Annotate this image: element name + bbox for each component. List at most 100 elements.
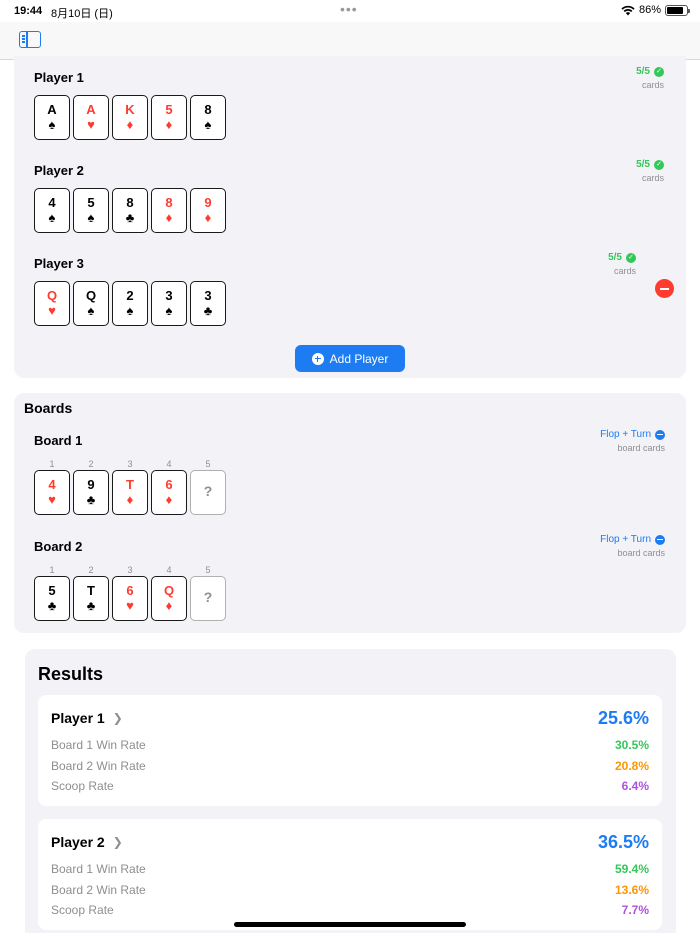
card-count-badge: 5/5 ✓ cards bbox=[604, 66, 664, 90]
card-rank: 4 bbox=[48, 477, 56, 492]
card-rank: 3 bbox=[204, 288, 212, 303]
add-player-button[interactable]: Add Player bbox=[295, 345, 405, 372]
card-suit-icon: ♣ bbox=[203, 303, 213, 318]
playing-card[interactable]: 9 ♣ bbox=[73, 470, 109, 515]
playing-card[interactable]: 8 ♣ bbox=[112, 188, 148, 233]
result-player-name: Player 2 bbox=[51, 834, 105, 850]
status-time: 19:44 bbox=[14, 5, 43, 17]
status-date: 8月10日 (日) bbox=[51, 8, 113, 20]
playing-card[interactable]: Q ♥ bbox=[34, 281, 70, 326]
card-suit-icon: ♠ bbox=[48, 117, 56, 132]
playing-card[interactable]: 4 ♠ bbox=[34, 188, 70, 233]
playing-card[interactable]: T ♣ bbox=[73, 576, 109, 621]
card-rank: ? bbox=[203, 483, 213, 499]
playing-card[interactable]: 2 ♠ bbox=[112, 281, 148, 326]
playing-card[interactable]: 4 ♥ bbox=[34, 470, 70, 515]
card-rank: Q bbox=[163, 583, 175, 598]
board-slot-number: 4 bbox=[166, 565, 172, 575]
status-right: 86% bbox=[621, 4, 690, 16]
card-suit-icon: ♦ bbox=[126, 117, 134, 132]
board-slot-number: 2 bbox=[88, 565, 94, 575]
board-slot-number: 4 bbox=[166, 459, 172, 469]
playing-card[interactable]: 8 ♠ bbox=[190, 95, 226, 140]
card-rank: 9 bbox=[204, 195, 212, 210]
card-rank: 5 bbox=[87, 195, 95, 210]
card-suit-icon: ♥ bbox=[126, 598, 134, 613]
empty-card-slot[interactable]: ? bbox=[190, 576, 226, 621]
playing-card[interactable]: 8 ♦ bbox=[151, 188, 187, 233]
empty-card-slot[interactable]: ? bbox=[190, 470, 226, 515]
playing-card[interactable]: 6 ♦ bbox=[151, 470, 187, 515]
card-rank: 2 bbox=[126, 288, 134, 303]
playing-card[interactable]: T ♦ bbox=[112, 470, 148, 515]
scoop-rate-value: 7.7% bbox=[621, 903, 649, 917]
board-slot-number: 1 bbox=[49, 459, 55, 469]
minus-circle-icon bbox=[655, 534, 665, 545]
home-indicator bbox=[234, 922, 466, 927]
remove-player-button[interactable] bbox=[655, 279, 674, 298]
card-suit-icon: ♠ bbox=[165, 303, 173, 318]
card-rank: A bbox=[86, 102, 96, 117]
playing-card[interactable]: 3 ♠ bbox=[151, 281, 187, 326]
players-section: Player 1 5/5 ✓ cards A ♠ A ♥ K ♦ 5 ♦ 8 ♠ Player 2 … bbox=[14, 56, 686, 378]
boards-section: Boards Board 1 Flop + Turn board cards 1… bbox=[14, 393, 686, 633]
playing-card[interactable]: A ♥ bbox=[73, 95, 109, 140]
card-suit-icon: ♦ bbox=[126, 492, 134, 507]
card-rank: 8 bbox=[204, 102, 212, 117]
card-rank: 8 bbox=[165, 195, 173, 210]
playing-card[interactable]: Q ♦ bbox=[151, 576, 187, 621]
board-slot-number: 3 bbox=[127, 565, 133, 575]
checkmark-icon: ✓ bbox=[654, 159, 664, 170]
board2-win-label: Board 2 Win Rate bbox=[51, 759, 146, 773]
result-player-name: Player 1 bbox=[51, 710, 105, 726]
card-suit-icon: ♣ bbox=[86, 598, 96, 613]
status-bar: 19:44 8月10日 (日) ••• 86% bbox=[0, 0, 700, 22]
card-count-badge: 5/5 ✓ cards bbox=[604, 159, 664, 183]
card-rank: A bbox=[47, 102, 57, 117]
add-player-label: Add Player bbox=[329, 351, 389, 366]
result-player-link[interactable]: Player 1 ❯ bbox=[51, 710, 123, 726]
card-suit-icon: ♥ bbox=[48, 492, 56, 507]
card-suit-icon: ♠ bbox=[87, 303, 95, 318]
card-suit-icon: ♣ bbox=[86, 492, 96, 507]
result-card: Player 1 ❯ 25.6% Board 1 Win Rate 30.5% … bbox=[38, 695, 662, 806]
scoop-rate-label: Scoop Rate bbox=[51, 779, 114, 793]
results-title: Results bbox=[38, 664, 104, 684]
board2-win-value: 20.8% bbox=[614, 759, 649, 773]
board-mode-badge[interactable]: Flop + Turn board cards bbox=[545, 534, 665, 558]
playing-card[interactable]: 6 ♥ bbox=[112, 576, 148, 621]
playing-card[interactable]: 5 ♣ bbox=[34, 576, 70, 621]
multitasking-dots-icon[interactable]: ••• bbox=[340, 1, 358, 17]
board-mode: Flop + Turn bbox=[600, 429, 651, 440]
card-rank: 4 bbox=[48, 195, 56, 210]
card-count-label: cards bbox=[613, 266, 636, 276]
result-player-link[interactable]: Player 2 ❯ bbox=[51, 834, 123, 850]
sidebar-toggle-icon[interactable] bbox=[19, 31, 41, 48]
card-count: 5/5 bbox=[608, 252, 622, 263]
card-count-label: cards bbox=[641, 80, 664, 90]
playing-card[interactable]: 9 ♦ bbox=[190, 188, 226, 233]
board-slot-number: 2 bbox=[88, 459, 94, 469]
player-name: Player 2 bbox=[34, 163, 84, 178]
result-card: Player 2 ❯ 36.5% Board 1 Win Rate 59.4% … bbox=[38, 819, 662, 930]
card-rank: Q bbox=[46, 288, 58, 303]
card-suit-icon: ♦ bbox=[165, 492, 173, 507]
playing-card[interactable]: Q ♠ bbox=[73, 281, 109, 326]
board-mode-badge[interactable]: Flop + Turn board cards bbox=[545, 429, 665, 453]
board-slot-number: 5 bbox=[205, 459, 211, 469]
playing-card[interactable]: A ♠ bbox=[34, 95, 70, 140]
board-slot-number: 1 bbox=[49, 565, 55, 575]
battery-icon bbox=[665, 4, 690, 16]
playing-card[interactable]: 3 ♣ bbox=[190, 281, 226, 326]
board-name: Board 1 bbox=[34, 433, 83, 448]
card-rank: Q bbox=[85, 288, 97, 303]
battery-fill bbox=[667, 6, 684, 14]
board1-win-value: 30.5% bbox=[614, 738, 649, 752]
board1-win-label: Board 1 Win Rate bbox=[51, 738, 146, 752]
playing-card[interactable]: 5 ♦ bbox=[151, 95, 187, 140]
playing-card[interactable]: K ♦ bbox=[112, 95, 148, 140]
battery-percent: 86% bbox=[638, 4, 661, 16]
card-count: 5/5 bbox=[636, 66, 650, 77]
playing-card[interactable]: 5 ♠ bbox=[73, 188, 109, 233]
card-rank: 6 bbox=[126, 583, 134, 598]
